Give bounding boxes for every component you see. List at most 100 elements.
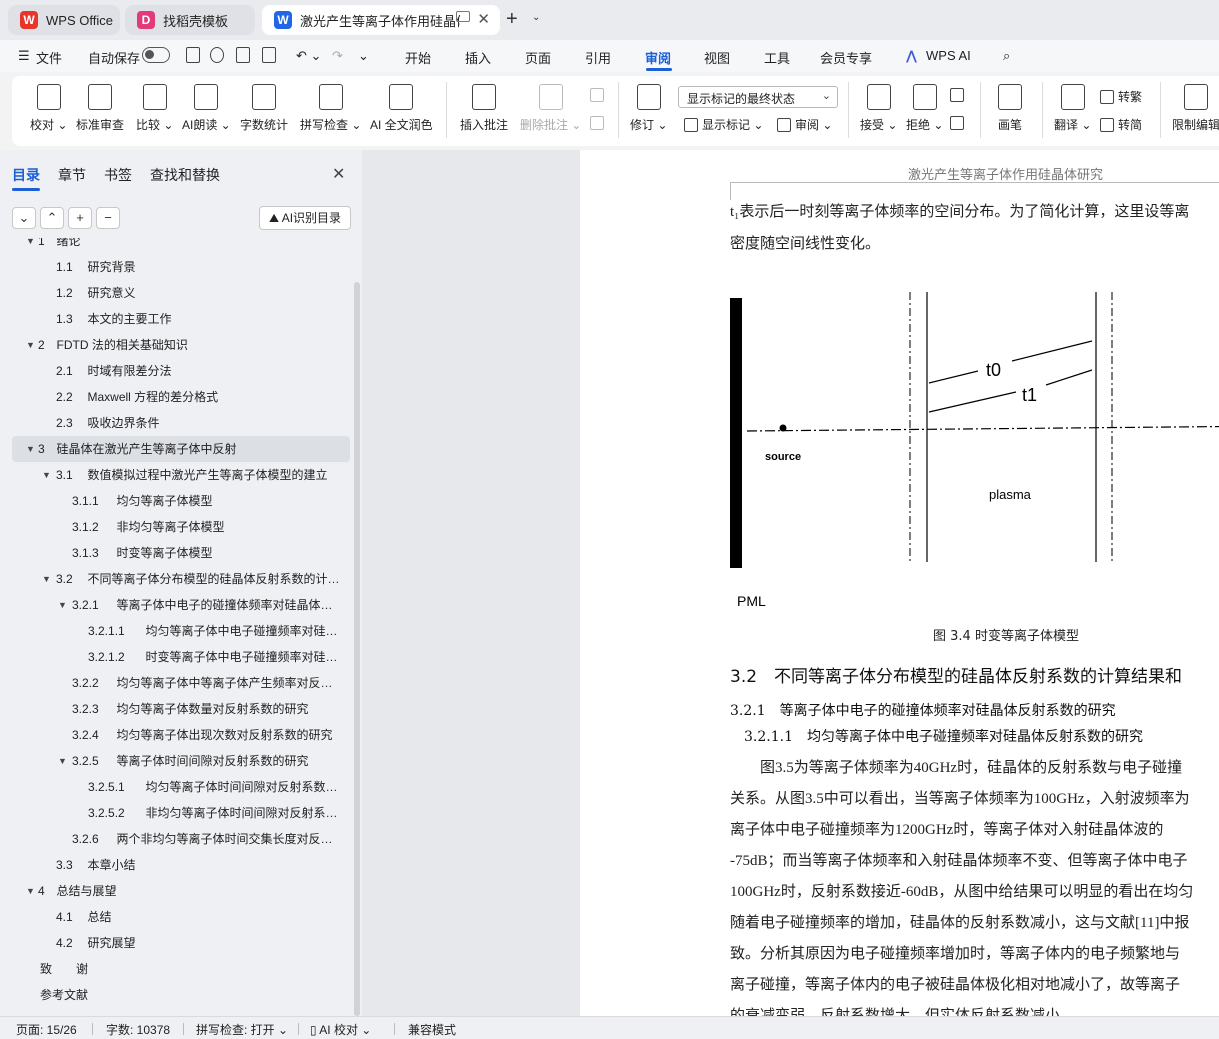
prev-change-button[interactable] [950, 88, 968, 102]
toc-item[interactable]: 3.2.4 均匀等离子体出现次数对反射系数的研究 [0, 722, 350, 748]
expand-caret-icon[interactable]: ▼ [26, 238, 35, 254]
translate-button[interactable]: 翻译 ⌄ [1054, 84, 1091, 133]
review-pane-button[interactable]: 审阅 ⌄ [777, 116, 832, 133]
tab-template[interactable]: D 找稻壳模板 [125, 5, 255, 35]
menu-wps-ai[interactable]: WPS AI [926, 48, 971, 63]
menu-insert[interactable]: 插入 [465, 48, 491, 67]
proofread-button[interactable]: 校对 ⌄ [30, 84, 67, 133]
next-change-button[interactable] [950, 116, 968, 130]
to-simplified-button[interactable]: 转简 [1100, 116, 1142, 133]
to-traditional-button[interactable]: 转繁 [1100, 88, 1142, 105]
menu-home[interactable]: 开始 [405, 48, 431, 67]
toc-item[interactable]: 3.2.5.2 非均匀等离子体时间间隙对反射系数的研究 [0, 800, 350, 826]
delete-comment-button[interactable]: 删除批注 ⌄ [520, 84, 581, 133]
restrict-edit-button[interactable]: 限制编辑 [1172, 84, 1219, 133]
tab-sections[interactable]: 章节 [58, 165, 86, 185]
search-icon[interactable]: ⌕ [1003, 48, 1010, 64]
save-icon[interactable] [186, 47, 200, 63]
toc-item[interactable]: 3.2.6 两个非均匀等离子体时间交集长度对反射系数的研究 [0, 826, 350, 852]
toc-item[interactable]: 2.3 吸收边界条件 [0, 410, 350, 436]
share-icon[interactable] [210, 47, 224, 63]
more-chevron-icon[interactable]: ⌄ [358, 48, 369, 64]
tab-wps-office[interactable]: W WPS Office [8, 5, 120, 35]
redo-icon[interactable]: ↷ [332, 48, 343, 64]
tab-find-replace[interactable]: 查找和替换 [150, 165, 220, 185]
next-comment-button[interactable] [590, 116, 608, 130]
ai-toc-button[interactable]: ⛰ AI识别目录 [259, 206, 351, 230]
toc-item[interactable]: ▼ 3.2 不同等离子体分布模型的硅晶体反射系数的计算结果和分析 [0, 566, 350, 592]
close-icon[interactable]: ✕ [477, 10, 490, 28]
toc-item[interactable]: ▼ 3 硅晶体在激光产生等离子体中反射 [12, 436, 350, 462]
markup-mode-select[interactable]: 显示标记的最终状态 ⌄ [678, 86, 838, 108]
toc-item[interactable]: 4.2 研究展望 [0, 930, 350, 956]
compare-button[interactable]: 比较 ⌄ [136, 84, 173, 133]
remove-heading-button[interactable]: − [96, 207, 120, 229]
menu-tools[interactable]: 工具 [764, 48, 790, 67]
new-tab-icon[interactable]: + [506, 8, 518, 31]
standard-review-button[interactable]: 标准审查 [76, 84, 124, 133]
toc-item[interactable]: ▼ 1 绪论 [0, 238, 350, 254]
toc-item[interactable]: ▼ 3.2.1 等离子体中电子的碰撞体频率对硅晶体反射系数的研究 [0, 592, 350, 618]
toc-item[interactable]: 3.3 本章小结 [0, 852, 350, 878]
tab-bookmarks[interactable]: 书签 [104, 165, 132, 185]
hamburger-icon[interactable]: ☰ [18, 48, 30, 64]
print-icon[interactable] [236, 47, 250, 63]
ai-read-button[interactable]: AI朗读 ⌄ [182, 84, 231, 133]
expand-caret-icon[interactable]: ▼ [26, 436, 35, 462]
expand-caret-icon[interactable]: ▼ [42, 566, 51, 592]
toc-item[interactable]: ▼ 3.1 数值模拟过程中激光产生等离子体模型的建立 [0, 462, 350, 488]
toc-scrollbar[interactable] [354, 282, 360, 1016]
tab-toc[interactable]: 目录 [12, 165, 40, 185]
chevron-down-icon[interactable]: ⌄ [532, 12, 540, 23]
toc-item[interactable]: 2.2 Maxwell 方程的差分格式 [0, 384, 350, 410]
revise-button[interactable]: 修订 ⌄ [630, 84, 667, 133]
menu-references[interactable]: 引用 [585, 48, 611, 67]
toc-item[interactable]: 参考文献 [0, 982, 350, 1008]
pen-button[interactable]: 画笔 [998, 84, 1022, 133]
show-markup-button[interactable]: 显示标记 ⌄ [684, 116, 763, 133]
toc-item[interactable]: 3.1.1 均匀等离子体模型 [0, 488, 350, 514]
monitor-icon[interactable] [456, 11, 470, 22]
toc-item[interactable]: ▼ 2 FDTD 法的相关基础知识 [0, 332, 350, 358]
page-indicator[interactable]: 页面: 15/26 [16, 1021, 77, 1038]
toc-item[interactable]: ▼ 3.2.5 等离子体时间间隙对反射系数的研究 [0, 748, 350, 774]
ai-proofread-status[interactable]: ▯ AI 校对 ⌄ [310, 1021, 371, 1038]
toc-item[interactable]: 3.1.2 非均匀等离子体模型 [0, 514, 350, 540]
menu-review[interactable]: 审阅 [645, 48, 671, 67]
expand-caret-icon[interactable]: ▼ [26, 332, 35, 358]
menu-view[interactable]: 视图 [704, 48, 730, 67]
spell-check-status[interactable]: 拼写检查: 打开 ⌄ [196, 1021, 288, 1038]
toc-item[interactable]: 1.3 本文的主要工作 [0, 306, 350, 332]
tab-document[interactable]: W 激光产生等离子体作用硅晶体 ✕ [262, 5, 500, 35]
prev-comment-button[interactable] [590, 88, 608, 102]
toc-item[interactable]: 3.2.1.1 均匀等离子体中电子碰撞频率对硅晶体反射系数的研究 [0, 618, 350, 644]
toc-item[interactable]: ▼ 4 总结与展望 [0, 878, 350, 904]
expand-caret-icon[interactable]: ▼ [58, 748, 67, 774]
accept-button[interactable]: 接受 ⌄ [860, 84, 897, 133]
menu-member[interactable]: 会员专享 [820, 48, 872, 67]
collapse-all-button[interactable]: ⌄ [12, 207, 36, 229]
menu-file[interactable]: 文件 [36, 48, 62, 67]
menu-page[interactable]: 页面 [525, 48, 551, 67]
toc-item[interactable]: 4.1 总结 [0, 904, 350, 930]
print-preview-icon[interactable] [262, 47, 276, 63]
spell-check-button[interactable]: 拼写检查 ⌄ [300, 84, 361, 133]
ai-polish-button[interactable]: AI 全文润色 [370, 84, 433, 133]
undo-icon[interactable]: ↶ ⌄ [296, 48, 321, 64]
expand-caret-icon[interactable]: ▼ [26, 878, 35, 904]
toc-item[interactable]: 3.2.1.2 时变等离子体中电子碰撞频率对硅晶体反射系数的研究 [0, 644, 350, 670]
toc-item[interactable]: 1.1 研究背景 [0, 254, 350, 280]
insert-comment-button[interactable]: 插入批注 [460, 84, 508, 133]
autosave-toggle[interactable] [142, 47, 170, 63]
toc-item[interactable]: 2.1 时域有限差分法 [0, 358, 350, 384]
word-count-status[interactable]: 字数: 10378 [106, 1021, 170, 1038]
toc-item[interactable]: 致 谢 [0, 956, 350, 982]
toc-item[interactable]: 1.2 研究意义 [0, 280, 350, 306]
toc-item[interactable]: 3.2.2 均匀等离子体中等离子体产生频率对反射系数的研究 [0, 670, 350, 696]
word-count-button[interactable]: 字数统计 [240, 84, 288, 133]
toc-item[interactable]: 3.2.3 均匀等离子体数量对反射系数的研究 [0, 696, 350, 722]
toc-item[interactable]: 3.1.3 时变等离子体模型 [0, 540, 350, 566]
add-heading-button[interactable]: + [68, 207, 92, 229]
close-icon[interactable]: ✕ [332, 164, 345, 184]
expand-caret-icon[interactable]: ▼ [58, 592, 67, 618]
